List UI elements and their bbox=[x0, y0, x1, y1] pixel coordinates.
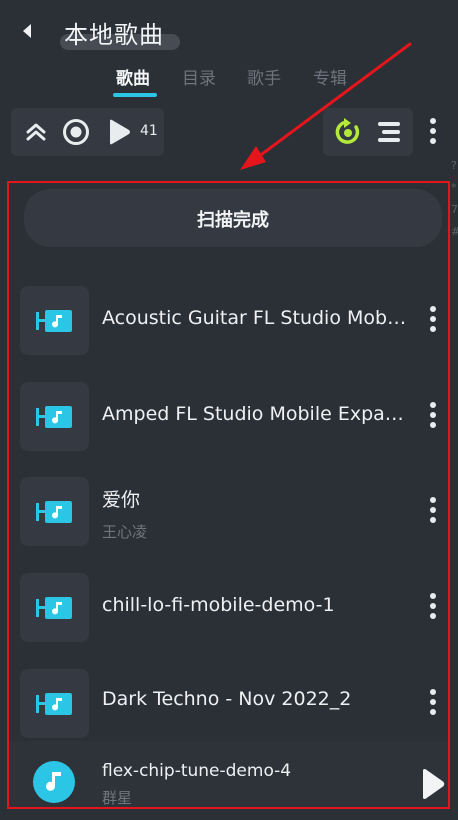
tab-indicator bbox=[113, 93, 157, 97]
tab-songs[interactable]: 歌曲 bbox=[116, 64, 150, 89]
tab-artists[interactable]: 歌手 bbox=[247, 64, 281, 89]
page-title: 本地歌曲 bbox=[64, 21, 164, 49]
tab-albums[interactable]: 专辑 bbox=[313, 64, 347, 89]
back-arrow-icon[interactable] bbox=[20, 21, 34, 41]
play-all-icon[interactable] bbox=[106, 118, 132, 146]
side-index-item[interactable]: # bbox=[451, 221, 458, 243]
tab-bar: 歌曲 目录 歌手 专辑 bbox=[0, 60, 458, 100]
song-count: 41 bbox=[140, 123, 158, 139]
side-index-item[interactable]: ? bbox=[451, 155, 458, 177]
target-circle-icon[interactable] bbox=[62, 118, 90, 146]
side-index-item[interactable]: 7 bbox=[451, 199, 458, 221]
highlight-box bbox=[7, 181, 450, 809]
side-index-item[interactable]: * bbox=[451, 177, 458, 199]
more-vertical-icon[interactable] bbox=[430, 118, 436, 144]
side-index[interactable]: ? * 7 # bbox=[451, 155, 458, 243]
tab-folders[interactable]: 目录 bbox=[182, 64, 216, 89]
header: 本地歌曲 bbox=[0, 0, 458, 60]
double-chevron-up-icon[interactable] bbox=[25, 121, 47, 143]
list-sort-icon[interactable] bbox=[376, 121, 402, 143]
refresh-icon[interactable] bbox=[334, 118, 362, 146]
